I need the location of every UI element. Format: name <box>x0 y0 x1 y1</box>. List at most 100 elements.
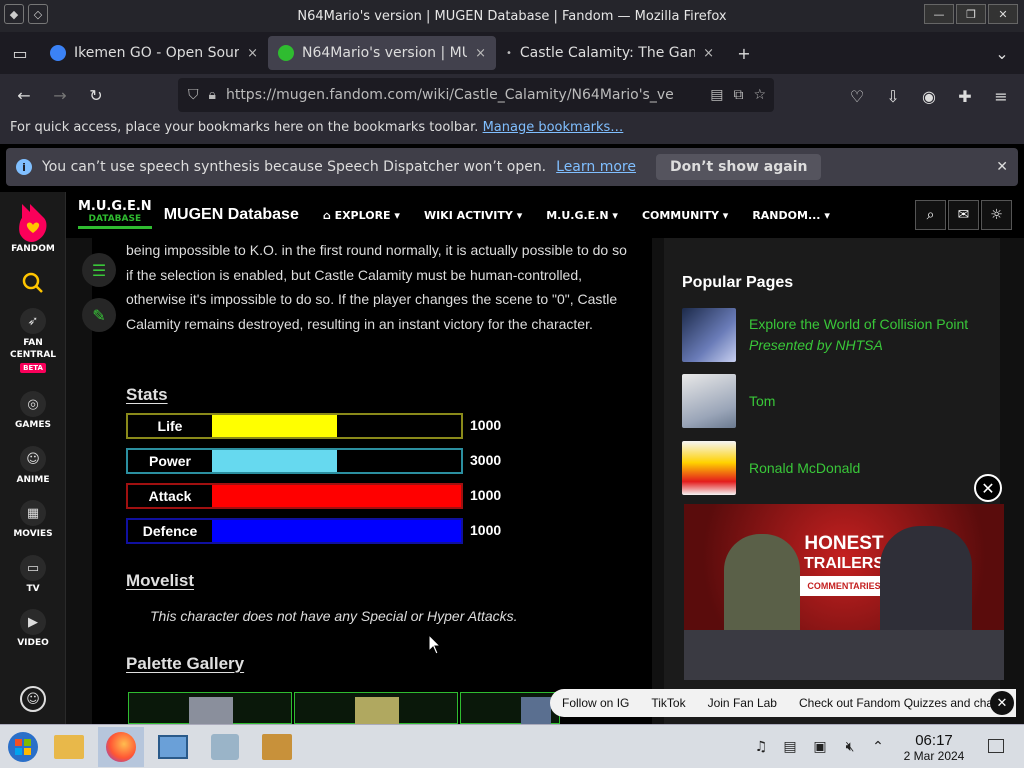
windows-start-icon <box>8 732 38 762</box>
tab-ikemen[interactable]: Ikemen GO - Open Source × <box>40 36 268 70</box>
stat-name: Attack <box>148 488 192 504</box>
tab-close-icon[interactable]: × <box>247 46 258 61</box>
show-desktop-icon[interactable] <box>988 739 1004 753</box>
url-text[interactable]: https://mugen.fandom.com/wiki/Castle_Cal… <box>226 87 700 103</box>
url-bar[interactable]: ⛉ 🔒︎ https://mugen.fandom.com/wiki/Castl… <box>178 78 774 112</box>
manage-bookmarks-link[interactable]: Manage bookmarks… <box>483 120 624 135</box>
stat-row-defence: Defence 1000 <box>126 518 506 544</box>
fandom-quizzes-link[interactable]: Check out Fandom Quizzes and cha <box>799 696 993 710</box>
rail-item-games[interactable]: ◎ GAMES <box>0 391 66 430</box>
explore-icon: ⌂ <box>322 208 335 222</box>
rail-item-video[interactable]: ▶ VIDEO <box>0 609 66 648</box>
popular-page-link[interactable]: Tom <box>749 393 775 409</box>
lock-icon[interactable]: 🔒︎ <box>209 87 216 103</box>
taskbar-clock[interactable]: 06:17 2 Mar 2024 <box>898 732 970 763</box>
theme-toggle-icon[interactable]: ☼ <box>981 200 1012 230</box>
close-window-icon[interactable]: ✕ <box>988 4 1018 24</box>
tab-castle-calamity[interactable]: • Castle Calamity: The Gam × <box>496 36 724 70</box>
wiki-nav: ⌂ EXPLORE ▾ WIKI ACTIVITY ▾ M.U.G.E.N ▾ … <box>323 209 830 222</box>
edit-pencil-icon[interactable]: ✎ <box>82 298 116 332</box>
stat-bar-attack: Attack <box>126 483 463 509</box>
folder-icon <box>54 735 84 759</box>
tab-list-chevron-icon[interactable]: ⌄ <box>984 35 1020 71</box>
rail-label: TV <box>26 584 40 594</box>
rail-item-fan-central[interactable]: ➶ FAN CENTRAL BETA <box>0 308 66 373</box>
window-pin-icon[interactable]: ◇ <box>28 4 48 24</box>
discussions-icon[interactable]: ✉ <box>948 200 979 230</box>
archive-app[interactable] <box>254 727 300 767</box>
join-fan-lab-link[interactable]: Join Fan Lab <box>708 696 777 710</box>
installer-app[interactable] <box>202 727 248 767</box>
start-button[interactable] <box>0 727 46 767</box>
nav-explore[interactable]: ⌂ EXPLORE ▾ <box>323 209 400 222</box>
close-social-bar-icon[interactable]: ✕ <box>990 691 1014 715</box>
nav-community[interactable]: COMMUNITY ▾ <box>642 209 728 222</box>
wiki-name[interactable]: MUGEN Database <box>164 206 299 224</box>
popular-page-link[interactable]: Explore the World of Collision Point <box>749 316 968 332</box>
tracking-shield-icon[interactable]: ⛉ <box>188 87 199 103</box>
usb-device-icon[interactable]: ▤ <box>780 737 800 757</box>
tray-expand-icon[interactable]: ⌃ <box>868 737 888 757</box>
reader-view-icon[interactable]: ▤ <box>710 87 723 103</box>
fandom-logo-text: FANDOM <box>11 244 55 254</box>
window-menu-icon[interactable]: ◆ <box>4 4 24 24</box>
dont-show-again-button[interactable]: Don’t show again <box>655 154 822 180</box>
forward-icon[interactable]: → <box>42 77 78 113</box>
popular-page-link[interactable]: Ronald McDonald <box>749 460 860 476</box>
bookmark-star-icon[interactable]: ☆ <box>753 87 766 103</box>
pocket-icon[interactable]: ♡ <box>842 78 872 114</box>
clipboard-icon[interactable]: ▣ <box>810 737 830 757</box>
nav-mugen[interactable]: M.U.G.E.N ▾ <box>546 209 618 222</box>
nav-wiki-activity[interactable]: WIKI ACTIVITY ▾ <box>424 209 522 222</box>
account-icon[interactable]: ◉ <box>914 78 944 114</box>
tiktok-link[interactable]: TikTok <box>651 696 685 710</box>
new-tab-icon[interactable]: + <box>724 35 764 71</box>
close-notification-icon[interactable]: ✕ <box>996 159 1008 175</box>
extensions-icon[interactable]: ✚ <box>950 78 980 114</box>
tab-n64mario[interactable]: N64Mario's version | MUGEN × <box>268 36 496 70</box>
tab-overview-icon[interactable]: ▭ <box>0 35 40 71</box>
firefox-app[interactable] <box>98 727 144 767</box>
rail-label: MOVIES <box>13 529 53 539</box>
palette-thumbnail[interactable] <box>460 692 560 724</box>
clapperboard-icon: ▦ <box>20 500 46 526</box>
wiki-search-icon[interactable]: ⌕ <box>915 200 946 230</box>
collision-point-thumbnail[interactable] <box>682 308 736 362</box>
notification-bell-icon[interactable]: ♫ <box>751 737 771 757</box>
stat-fill <box>212 520 461 542</box>
wiki-logo[interactable]: M.U.G.E.N DATABASE <box>78 200 152 229</box>
rail-item-movies[interactable]: ▦ MOVIES <box>0 500 66 539</box>
downloads-icon[interactable]: ⇩ <box>878 78 908 114</box>
volume-muted-icon[interactable]: 🔇︎ <box>840 737 860 757</box>
fandom-logo[interactable]: FANDOM <box>0 200 66 254</box>
tab-close-icon[interactable]: × <box>703 46 714 61</box>
video-player[interactable]: HONEST TRAILERS COMMENTARIES <box>684 504 1004 680</box>
palette-sprite <box>355 697 399 724</box>
close-video-icon[interactable]: ✕ <box>974 474 1002 502</box>
tab-close-icon[interactable]: × <box>475 46 486 61</box>
follow-on-ig-link[interactable]: Follow on IG <box>562 696 629 710</box>
rail-search[interactable] <box>0 272 66 294</box>
rail-item-anime[interactable]: ☺ ANIME <box>0 446 66 485</box>
fandom-social-bar: Follow on IG TikTok Join Fan Lab Check o… <box>550 689 1016 717</box>
reload-icon[interactable]: ↻ <box>78 77 114 113</box>
back-icon[interactable]: ← <box>6 77 42 113</box>
control-panel-app[interactable] <box>150 727 196 767</box>
palette-thumbnail[interactable] <box>128 692 292 724</box>
info-icon: i <box>16 159 32 175</box>
file-manager-app[interactable] <box>46 727 92 767</box>
tom-thumbnail[interactable] <box>682 374 736 428</box>
maximize-icon[interactable]: ❐ <box>956 4 986 24</box>
stat-track <box>212 520 461 542</box>
picture-in-picture-icon[interactable]: ⧉ <box>733 87 743 103</box>
rail-user[interactable]: ☺ <box>0 686 66 715</box>
ikemen-favicon-icon <box>50 45 66 61</box>
ronald-mcdonald-thumbnail[interactable] <box>682 441 736 495</box>
learn-more-link[interactable]: Learn more <box>556 159 636 175</box>
table-of-contents-icon[interactable]: ☰ <box>82 253 116 287</box>
palette-thumbnail[interactable] <box>294 692 458 724</box>
rail-item-tv[interactable]: ▭ TV <box>0 555 66 594</box>
menu-icon[interactable]: ≡ <box>986 78 1016 114</box>
nav-random[interactable]: RANDOM... ▾ <box>752 209 830 222</box>
minimize-icon[interactable]: — <box>924 4 954 24</box>
